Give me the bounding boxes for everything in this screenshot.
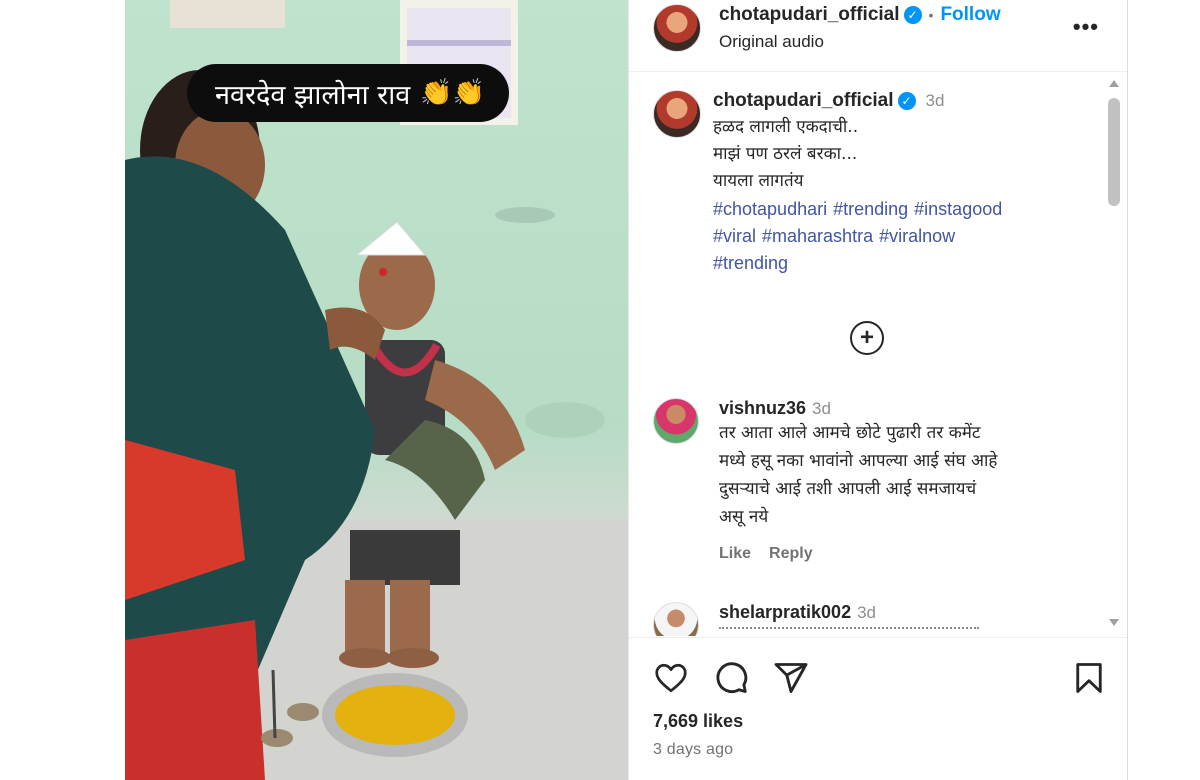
commenter-avatar[interactable] (653, 602, 699, 636)
scrollbar-thumb[interactable] (1108, 98, 1120, 206)
commenter-username[interactable]: vishnuz36 (719, 398, 806, 419)
likes-count[interactable]: 7,669 likes (653, 711, 743, 732)
verified-badge-icon: ✓ (897, 92, 916, 110)
post-caption: chotapudari_official ✓ 3d हळद लागली एकदा… (653, 90, 1083, 277)
hashtag-link[interactable]: #trending (833, 199, 908, 219)
caption-line: हळद लागली एकदाची.. (713, 117, 859, 137)
comments-scrollbar[interactable] (1107, 80, 1121, 636)
caption-line: माझं पण ठरलं बरका... (713, 144, 858, 164)
follow-button[interactable]: Follow (940, 4, 1000, 26)
comment-item: shelarpratik002 3d (653, 602, 1093, 636)
comments-scroll-area[interactable]: chotapudari_official ✓ 3d हळद लागली एकदा… (629, 80, 1127, 636)
hashtag-link[interactable]: #instagood (914, 199, 1002, 219)
comment-text-line: दुसऱ्याचे आई तशी आपली आई समजायचं (719, 479, 977, 499)
clapping-hands-emoji: 👏👏 (420, 78, 486, 108)
share-icon[interactable] (773, 660, 809, 696)
verified-badge-icon: ✓ (903, 6, 922, 24)
comment-timestamp[interactable]: 3d (812, 399, 831, 419)
scroll-down-arrow-icon[interactable] (1109, 619, 1119, 626)
video-text-overlay: नवरदेव झालोना राव 👏👏 (187, 64, 510, 122)
caption-timestamp[interactable]: 3d (926, 91, 945, 111)
caption-username[interactable]: chotapudari_official (713, 90, 894, 112)
author-avatar[interactable] (653, 4, 701, 52)
comment-text-line: असू नये (719, 507, 769, 527)
hashtag-link[interactable]: #chotapudhari (713, 199, 827, 219)
commenter-avatar[interactable] (653, 398, 699, 444)
load-more-comments-icon[interactable]: + (850, 321, 884, 355)
more-options-icon[interactable]: ••• (1073, 14, 1099, 40)
separator-dot: • (928, 7, 934, 23)
comment-timestamp[interactable]: 3d (857, 603, 876, 623)
hashtag-list: #chotapudhari #trending #instagood #viral #… (713, 196, 1008, 277)
caption-line: यायला लागतंय (713, 171, 804, 191)
author-username[interactable]: chotapudari_official (719, 4, 900, 26)
comment-icon[interactable] (713, 660, 749, 696)
hashtag-link[interactable]: #viral (713, 226, 756, 246)
page-background (1129, 0, 1200, 780)
post-media[interactable]: नवरदेव झालोना राव 👏👏 (125, 0, 628, 780)
comment-text-line: तर आता आले आमचे छोटे पुढारी तर कमेंट (719, 423, 981, 443)
audio-link[interactable]: Original audio (719, 32, 1001, 52)
post-details-panel: chotapudari_official ✓ • Follow Original… (628, 0, 1128, 780)
heart-icon[interactable] (653, 660, 689, 696)
commenter-username[interactable]: shelarpratik002 (719, 602, 851, 623)
post-actions: 7,669 likes 3 days ago (629, 637, 1127, 780)
bookmark-icon[interactable] (1071, 660, 1107, 696)
post-timestamp[interactable]: 3 days ago (653, 741, 733, 759)
comment-reply-button[interactable]: Reply (769, 545, 813, 563)
comment-like-button[interactable]: Like (719, 545, 751, 563)
caption-author-avatar[interactable] (653, 90, 701, 138)
scroll-up-arrow-icon[interactable] (1109, 80, 1119, 87)
overlay-caption-text: नवरदेव झालोना राव (215, 79, 411, 111)
post-header: chotapudari_official ✓ • Follow Original… (629, 0, 1127, 72)
hashtag-link[interactable]: #viralnow (879, 226, 955, 246)
comment-text-clipped (719, 627, 979, 633)
comment-item: vishnuz36 3d तर आता आले आमचे छोटे पुढारी… (653, 398, 1093, 563)
comment-text-line: मध्ये हसू नका भावांनो आपल्या आई संघ आहे (719, 451, 998, 471)
hashtag-link[interactable]: #maharashtra (762, 226, 873, 246)
hashtag-link[interactable]: #trending (713, 253, 788, 273)
